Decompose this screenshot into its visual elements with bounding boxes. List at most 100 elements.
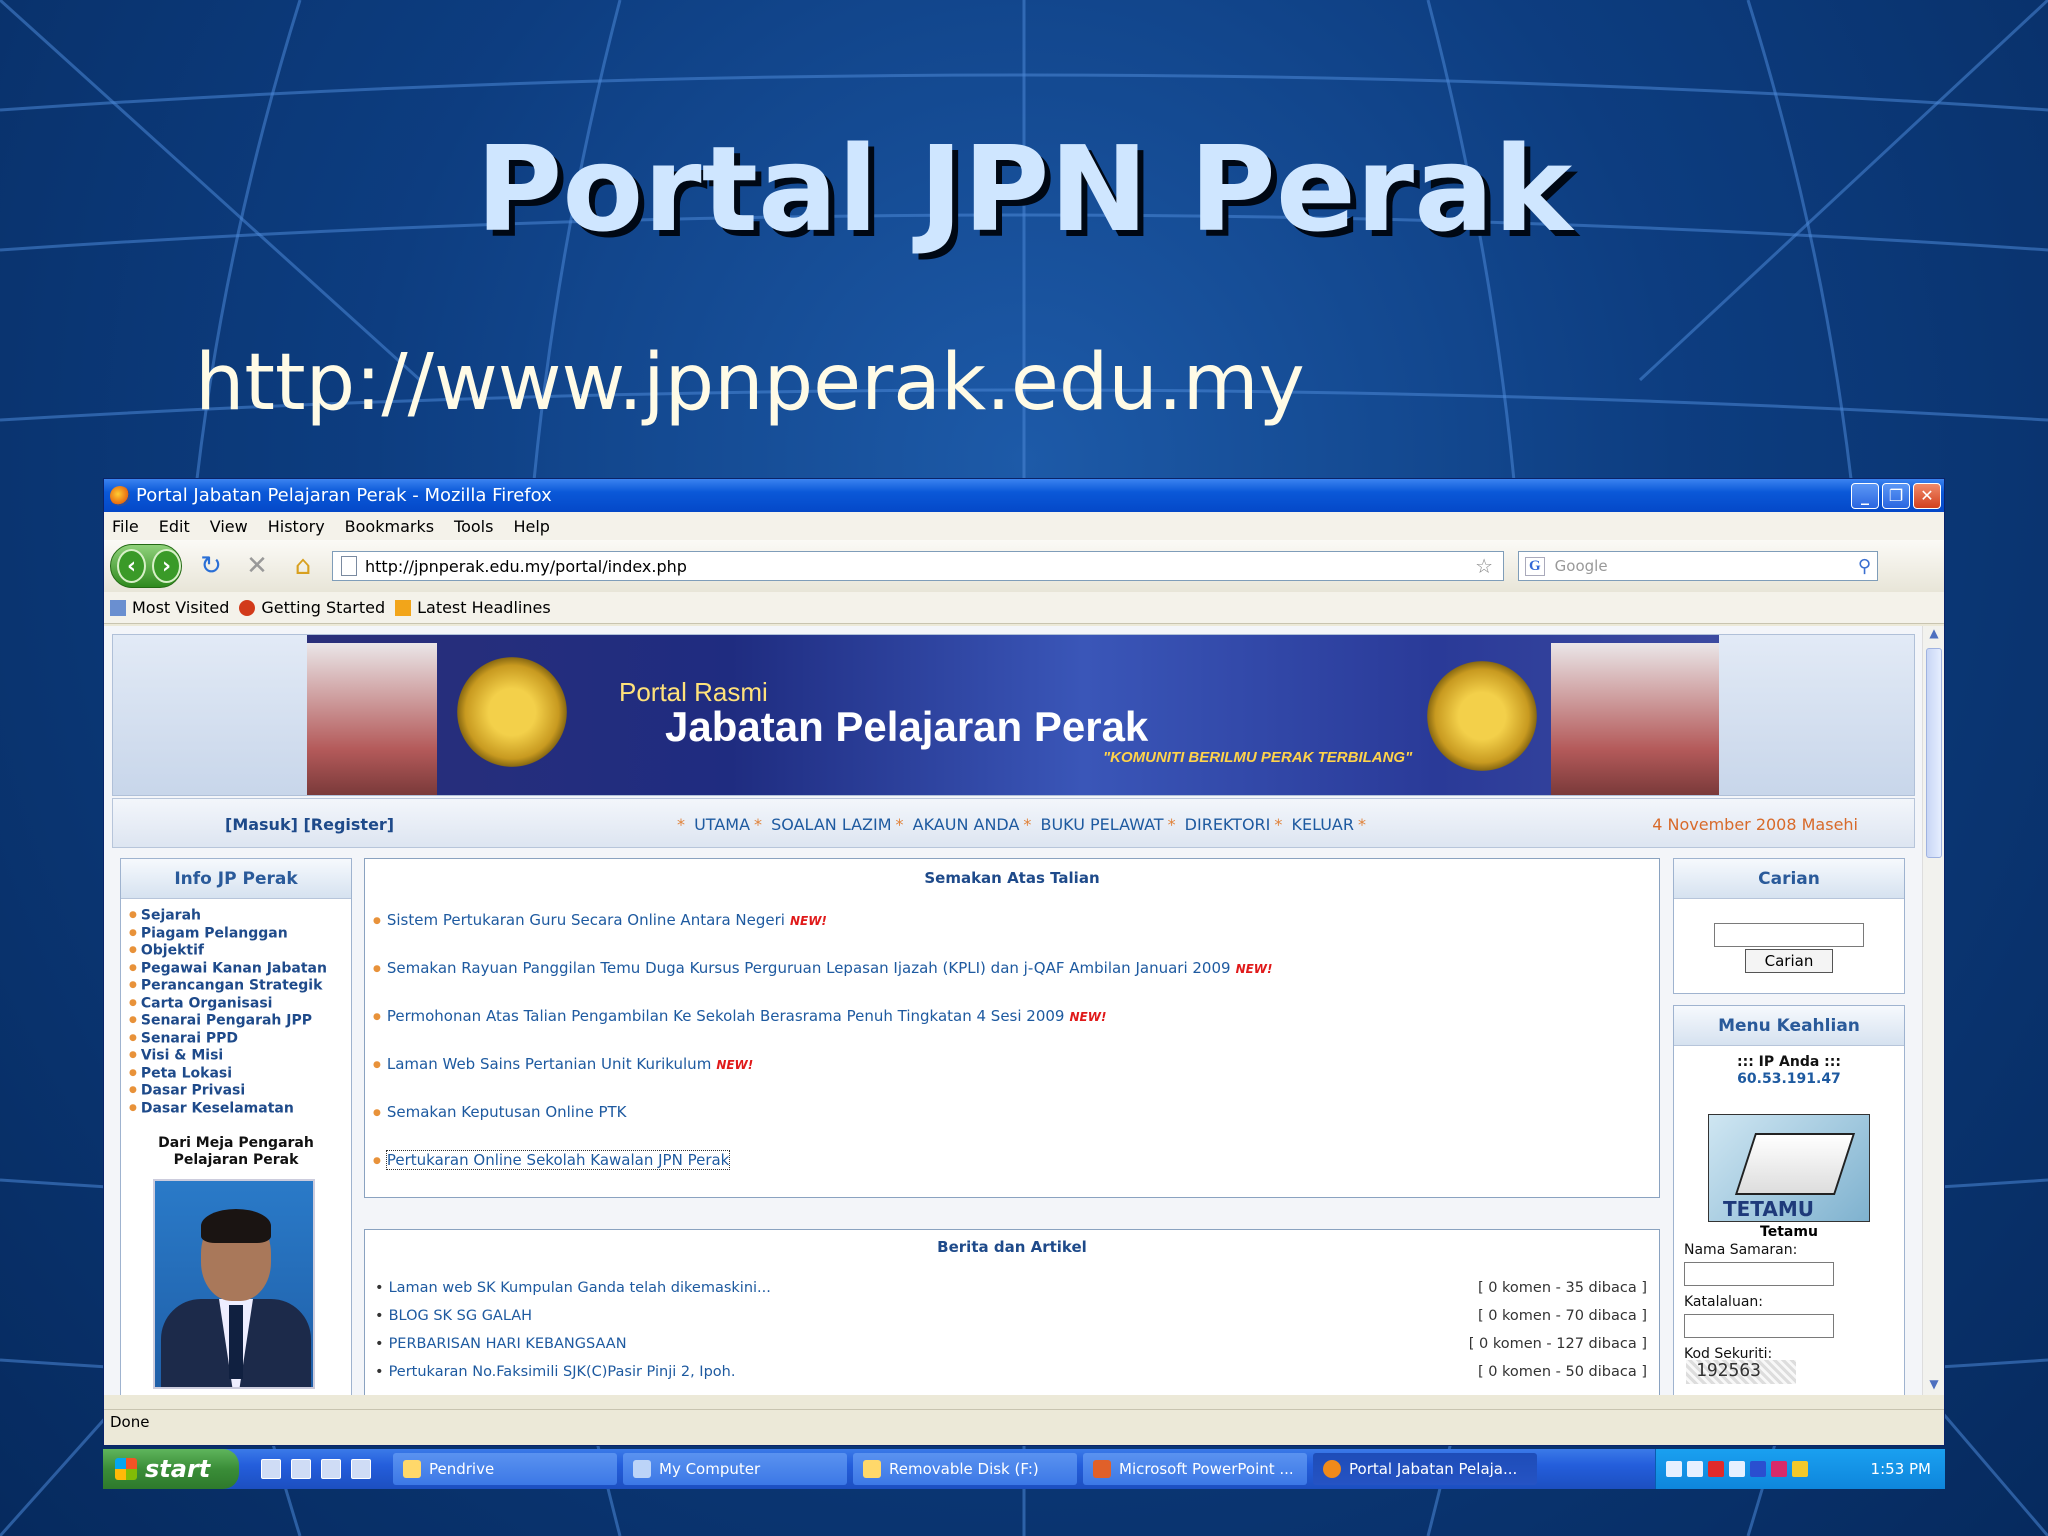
bookmark-most-visited[interactable]: Most Visited [110, 598, 229, 617]
nav-buku-pelawat[interactable]: BUKU PELAWAT [1040, 815, 1163, 834]
online-item[interactable]: Semakan Rayuan Panggilan Temu Duga Kursu… [373, 959, 1273, 977]
new-badge: NEW! [1069, 1010, 1107, 1024]
task-firefox[interactable]: Portal Jabatan Pelaja... [1313, 1453, 1537, 1485]
firefox-icon [1323, 1460, 1341, 1478]
online-item[interactable]: Sistem Pertukaran Guru Secara Online Ant… [373, 911, 827, 929]
guest-label: Tetamu [1760, 1224, 1818, 1240]
quick-launch-icon[interactable] [291, 1459, 311, 1479]
info-link-visi[interactable]: Visi & Misi [129, 1047, 351, 1065]
login-register-link[interactable]: [Masuk] [Register] [225, 815, 394, 834]
info-link-peta[interactable]: Peta Lokasi [129, 1065, 351, 1083]
menu-help[interactable]: Help [513, 517, 549, 536]
task-pendrive[interactable]: Pendrive [393, 1453, 617, 1485]
nav-direktori[interactable]: DIREKTORI [1185, 815, 1271, 834]
restore-button[interactable]: ❐ [1882, 482, 1910, 509]
minimize-button[interactable]: _ [1851, 482, 1879, 509]
search-box[interactable]: G Google ⚲ [1518, 551, 1878, 581]
info-link-keselamatan[interactable]: Dasar Keselamatan [129, 1100, 351, 1118]
info-link-carta[interactable]: Carta Organisasi [129, 995, 351, 1013]
search-icon[interactable]: ⚲ [1858, 556, 1871, 577]
computer-icon [633, 1460, 651, 1478]
status-bar: Done [104, 1409, 1944, 1433]
address-bar[interactable]: http://jpnperak.edu.my/portal/index.php … [332, 551, 1504, 581]
password-input[interactable] [1684, 1314, 1834, 1338]
username-input[interactable] [1684, 1262, 1834, 1286]
scroll-up-icon[interactable]: ▲ [1926, 626, 1942, 644]
reload-icon[interactable]: ↻ [194, 549, 228, 583]
tray-icon[interactable] [1750, 1461, 1766, 1477]
bookmark-getting-started[interactable]: Getting Started [239, 598, 385, 617]
quick-launch-icon[interactable] [321, 1459, 341, 1479]
forward-arrow-icon[interactable]: › [152, 549, 181, 583]
online-item[interactable]: Pertukaran Online Sekolah Kawalan JPN Pe… [373, 1150, 731, 1170]
nav-akaun-anda[interactable]: AKAUN ANDA [913, 815, 1020, 834]
online-item[interactable]: Semakan Keputusan Online PTK [373, 1103, 627, 1121]
info-link-piagam[interactable]: Piagam Pelanggan [129, 925, 351, 943]
scroll-thumb[interactable] [1926, 648, 1942, 858]
news-row[interactable]: Pertukaran No.Faksimili SJK(C)Pasir Pinj… [375, 1364, 1647, 1380]
online-item[interactable]: Permohonan Atas Talian Pengambilan Ke Se… [373, 1007, 1107, 1025]
task-my-computer[interactable]: My Computer [623, 1453, 847, 1485]
firefox-small-icon [239, 599, 256, 616]
tray-icon[interactable] [1708, 1461, 1724, 1477]
current-date: 4 November 2008 Masehi [1652, 815, 1858, 834]
menu-history[interactable]: History [268, 517, 325, 536]
title-bar: Portal Jabatan Pelajaran Perak - Mozilla… [104, 479, 1944, 512]
site-search-title: Carian [1674, 859, 1904, 899]
menu-edit[interactable]: Edit [159, 517, 190, 536]
online-item[interactable]: Laman Web Sains Pertanian Unit Kurikulum… [373, 1055, 753, 1073]
site-nav: [Masuk] [Register] * UTAMA * SOALAN LAZIM… [112, 798, 1915, 848]
info-link-privasi[interactable]: Dasar Privasi [129, 1082, 351, 1100]
back-arrow-icon[interactable]: ‹ [117, 549, 146, 583]
site-banner: Portal Rasmi Jabatan Pelajaran Perak "KO… [307, 635, 1719, 795]
banner-motto: "KOMUNITI BERILMU PERAK TERBILANG" [1103, 749, 1413, 766]
scroll-down-icon[interactable]: ▼ [1926, 1377, 1942, 1395]
news-row[interactable]: Laman web SK Kumpulan Ganda telah dikema… [375, 1280, 1647, 1296]
back-forward-buttons[interactable]: ‹ › [110, 544, 182, 588]
vertical-scrollbar[interactable]: ▲ ▼ [1922, 626, 1944, 1395]
quick-launch-icon[interactable] [261, 1459, 281, 1479]
news-row[interactable]: BLOG SK SG GALAH[ 0 komen - 70 dibaca ] [375, 1308, 1647, 1324]
task-powerpoint[interactable]: Microsoft PowerPoint ... [1083, 1453, 1307, 1485]
bookmark-star-icon[interactable]: ☆ [1475, 554, 1493, 578]
menu-tools[interactable]: Tools [454, 517, 493, 536]
news-row[interactable]: PERBARISAN HARI KEBANGSAAN[ 0 komen - 12… [375, 1336, 1647, 1352]
info-link-pengarah[interactable]: Senarai Pengarah JPP [129, 1012, 351, 1030]
info-link-ppd[interactable]: Senarai PPD [129, 1030, 351, 1048]
site-search-input[interactable] [1714, 923, 1864, 947]
menu-view[interactable]: View [210, 517, 248, 536]
bookmark-latest-headlines[interactable]: Latest Headlines [395, 598, 551, 617]
close-button[interactable]: ✕ [1913, 482, 1941, 509]
director-caption: Dari Meja Pengarah Pelajaran Perak [158, 1135, 314, 1168]
most-visited-icon [110, 599, 126, 616]
start-button[interactable]: start [103, 1449, 239, 1489]
info-link-perancangan[interactable]: Perancangan Strategik [129, 977, 351, 995]
task-removable-disk[interactable]: Removable Disk (F:) [853, 1453, 1077, 1485]
quick-launch-icon[interactable] [351, 1459, 371, 1479]
google-icon[interactable]: G [1525, 556, 1545, 576]
window-title: Portal Jabatan Pelajaran Perak - Mozilla… [136, 485, 552, 506]
home-icon[interactable]: ⌂ [286, 549, 320, 583]
username-label: Nama Samaran: [1684, 1242, 1798, 1258]
site-search-button[interactable]: Carian [1745, 949, 1833, 973]
menu-bookmarks[interactable]: Bookmarks [345, 517, 434, 536]
nav-keluar[interactable]: KELUAR [1291, 815, 1354, 834]
folder-icon [863, 1460, 881, 1478]
info-link-sejarah[interactable]: Sejarah [129, 907, 351, 925]
new-badge: NEW! [789, 914, 827, 928]
info-link-objektif[interactable]: Objektif [129, 942, 351, 960]
info-link-pegawai[interactable]: Pegawai Kanan Jabatan [129, 960, 351, 978]
quick-launch [261, 1459, 371, 1479]
info-panel: Info JP Perak Sejarah Piagam Pelanggan O… [120, 858, 352, 1395]
tray-icon[interactable] [1666, 1461, 1682, 1477]
nav-soalan-lazim[interactable]: SOALAN LAZIM [771, 815, 891, 834]
member-menu-panel: Menu Keahlian ::: IP Anda ::: 60.53.191.… [1673, 1005, 1905, 1395]
tray-icon[interactable] [1687, 1461, 1703, 1477]
password-label: Katalaluan: [1684, 1294, 1763, 1310]
nav-utama[interactable]: UTAMA [694, 815, 750, 834]
tray-icon[interactable] [1729, 1461, 1745, 1477]
security-shield-icon[interactable] [1792, 1461, 1808, 1477]
stop-icon[interactable]: ✕ [240, 549, 274, 583]
tray-icon[interactable] [1771, 1461, 1787, 1477]
menu-file[interactable]: File [112, 517, 139, 536]
